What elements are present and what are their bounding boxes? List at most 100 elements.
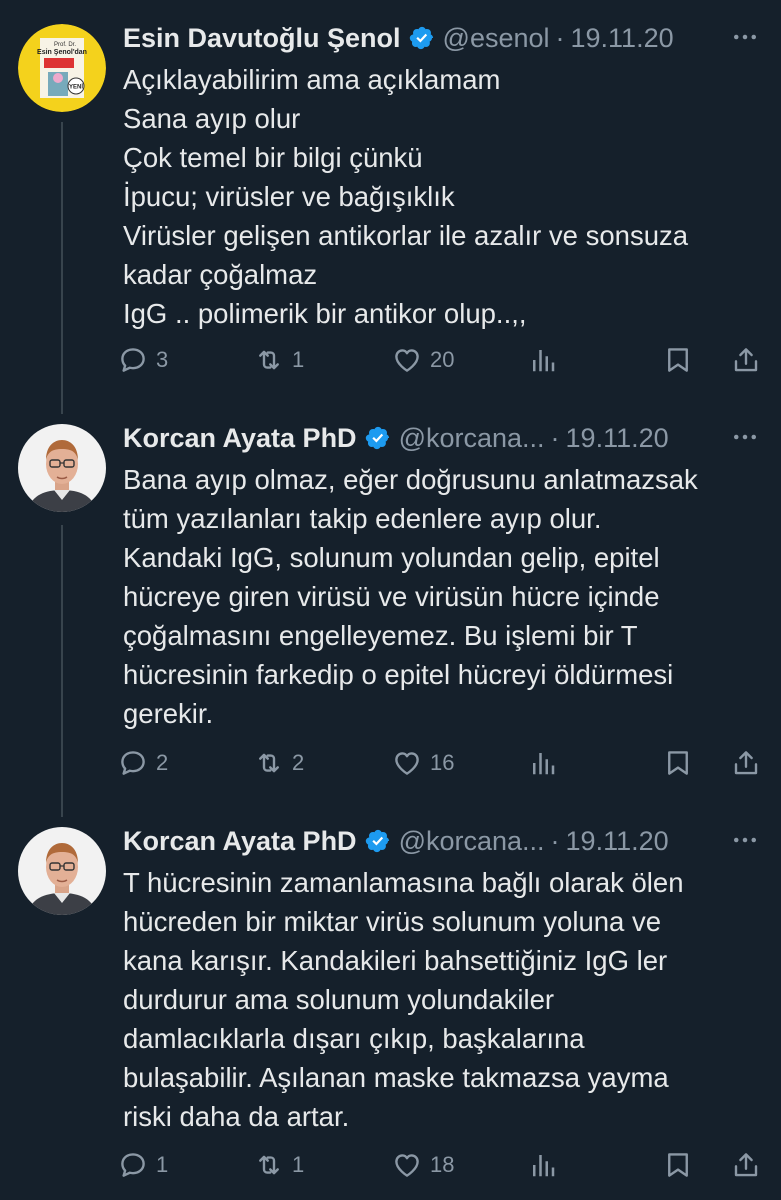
tweet-line: damlacıklarla dışarı çıkıp, başkalarına <box>123 1023 585 1054</box>
new-badge: YENİ <box>69 84 83 91</box>
views-icon <box>528 748 558 778</box>
tweet-text: T hücresinin zamanlamasına bağlı olarak … <box>123 863 763 1136</box>
tweet-line: riski daha da artar. <box>123 1101 350 1132</box>
tweet-line: hücreden bir miktar virüs solunum yoluna… <box>123 906 662 937</box>
like-count: 16 <box>430 750 455 775</box>
tweet-line: Sana ayıp olur <box>123 103 301 134</box>
avatar[interactable] <box>18 424 106 512</box>
tweet-line: IgG .. polimerik bir antikor olup..,, <box>123 298 527 329</box>
share-button[interactable] <box>731 340 761 380</box>
bookmark-button[interactable] <box>663 340 693 380</box>
timestamp[interactable]: 19.11.20 <box>566 826 669 857</box>
share-icon <box>731 1150 761 1180</box>
verified-badge-icon <box>365 828 391 854</box>
verified-badge-icon <box>365 425 391 451</box>
tweet-line: hücreye giren virüsü ve virüsün hücre iç… <box>123 581 660 612</box>
action-bar: 3 1 20 <box>118 340 763 380</box>
reply-count: 1 <box>156 1152 169 1177</box>
tweet[interactable]: Prof. Dr. Esin Şenol'dan YENİ Esin Davut… <box>0 20 781 390</box>
views-icon <box>528 345 558 375</box>
tweet-line: durdurur ama solunum yolundakiler <box>123 984 555 1015</box>
tweet-line: kana karışır. Kandakileri bahsettiğiniz … <box>123 945 668 976</box>
tweet-line: çoğalmasını engelleyemez. Bu işlemi bir … <box>123 620 638 651</box>
reply-count: 2 <box>156 750 169 775</box>
timestamp[interactable]: 19.11.20 <box>566 423 669 454</box>
retweet-count: 2 <box>292 750 305 775</box>
profile-photo-icon <box>18 424 106 512</box>
retweet-button[interactable]: 1 <box>254 1145 304 1185</box>
tweet-line: Bana ayıp olmaz, eğer doğrusunu anlatmaz… <box>123 464 698 495</box>
share-button[interactable] <box>731 1145 761 1185</box>
display-name[interactable]: Korcan Ayata PhD <box>123 826 357 857</box>
like-button[interactable]: 16 <box>392 743 454 783</box>
retweet-button[interactable]: 2 <box>254 743 304 783</box>
tweet-line: kadar çoğalmaz <box>123 259 318 290</box>
avatar[interactable]: Prof. Dr. Esin Şenol'dan YENİ <box>18 24 106 112</box>
reply-button[interactable]: 2 <box>118 743 168 783</box>
tweet-text: Açıklayabilirim ama açıklamam Sana ayıp … <box>123 60 763 333</box>
tweet-line: Çok temel bir bilgi çünkü <box>123 142 423 173</box>
reply-icon <box>118 1150 148 1180</box>
avatar[interactable] <box>18 827 106 915</box>
share-icon <box>731 748 761 778</box>
views-button[interactable] <box>528 743 558 783</box>
handle[interactable]: @esenol <box>443 23 550 54</box>
verified-badge-icon <box>409 25 435 51</box>
separator: · <box>555 22 565 53</box>
like-icon <box>392 748 422 778</box>
retweet-icon <box>254 1150 284 1180</box>
like-button[interactable]: 20 <box>392 340 454 380</box>
tweet-text: Bana ayıp olmaz, eğer doğrusunu anlatmaz… <box>123 460 763 733</box>
share-icon <box>731 345 761 375</box>
tweet-header: Esin Davutoğlu Şenol @esenol · 19.11.20 <box>123 20 674 56</box>
share-button[interactable] <box>731 743 761 783</box>
retweet-count: 1 <box>292 347 305 372</box>
like-count: 20 <box>430 347 455 372</box>
more-icon[interactable] <box>727 422 763 452</box>
bookmark-button[interactable] <box>663 743 693 783</box>
more-icon[interactable] <box>727 22 763 52</box>
reply-button[interactable]: 3 <box>118 340 168 380</box>
display-name[interactable]: Korcan Ayata PhD <box>123 423 357 454</box>
like-count: 18 <box>430 1152 455 1177</box>
tweet-line: tüm yazılanları takip edenlere ayıp olur… <box>123 503 602 534</box>
like-button[interactable]: 18 <box>392 1145 454 1185</box>
tweet[interactable]: Korcan Ayata PhD @korcana... · 19.11.20 … <box>0 823 781 1193</box>
more-icon[interactable] <box>727 825 763 855</box>
bookmark-icon <box>663 345 693 375</box>
book-author-line2: Esin Şenol'dan <box>37 49 87 56</box>
tweet-line: Virüsler gelişen antikorlar ile azalır v… <box>123 220 689 251</box>
tweet-header: Korcan Ayata PhD @korcana... · 19.11.20 <box>123 420 669 456</box>
tweet-line: Açıklayabilirim ama açıklamam <box>123 64 501 95</box>
tweet-line: Kandaki IgG, solunum yolundan gelip, epi… <box>123 542 660 573</box>
reply-icon <box>118 345 148 375</box>
reply-icon <box>118 748 148 778</box>
retweet-icon <box>254 345 284 375</box>
tweet-line: hücresinin farkedip o epitel hücreyi öld… <box>123 659 674 690</box>
timestamp[interactable]: 19.11.20 <box>571 23 674 54</box>
handle[interactable]: @korcana... <box>399 826 545 857</box>
like-icon <box>392 1150 422 1180</box>
book-cover-avatar-icon: Prof. Dr. Esin Şenol'dan YENİ <box>18 24 106 112</box>
reply-button[interactable]: 1 <box>118 1145 168 1185</box>
bookmark-icon <box>663 1150 693 1180</box>
handle[interactable]: @korcana... <box>399 423 545 454</box>
tweet-line: İpucu; virüsler ve bağışıklık <box>123 181 455 212</box>
views-button[interactable] <box>528 340 558 380</box>
separator: · <box>550 422 560 453</box>
retweet-button[interactable]: 1 <box>254 340 304 380</box>
reply-count: 3 <box>156 347 169 372</box>
tweet[interactable]: Korcan Ayata PhD @korcana... · 19.11.20 … <box>0 420 781 800</box>
display-name[interactable]: Esin Davutoğlu Şenol <box>123 23 401 54</box>
bookmark-icon <box>663 748 693 778</box>
views-icon <box>528 1150 558 1180</box>
profile-photo-icon <box>18 827 106 915</box>
tweet-line: T hücresinin zamanlamasına bağlı olarak … <box>123 867 684 898</box>
retweet-icon <box>254 748 284 778</box>
like-icon <box>392 345 422 375</box>
separator: · <box>550 825 560 856</box>
views-button[interactable] <box>528 1145 558 1185</box>
retweet-count: 1 <box>292 1152 305 1177</box>
bookmark-button[interactable] <box>663 1145 693 1185</box>
book-author-line1: Prof. Dr. <box>54 42 76 48</box>
